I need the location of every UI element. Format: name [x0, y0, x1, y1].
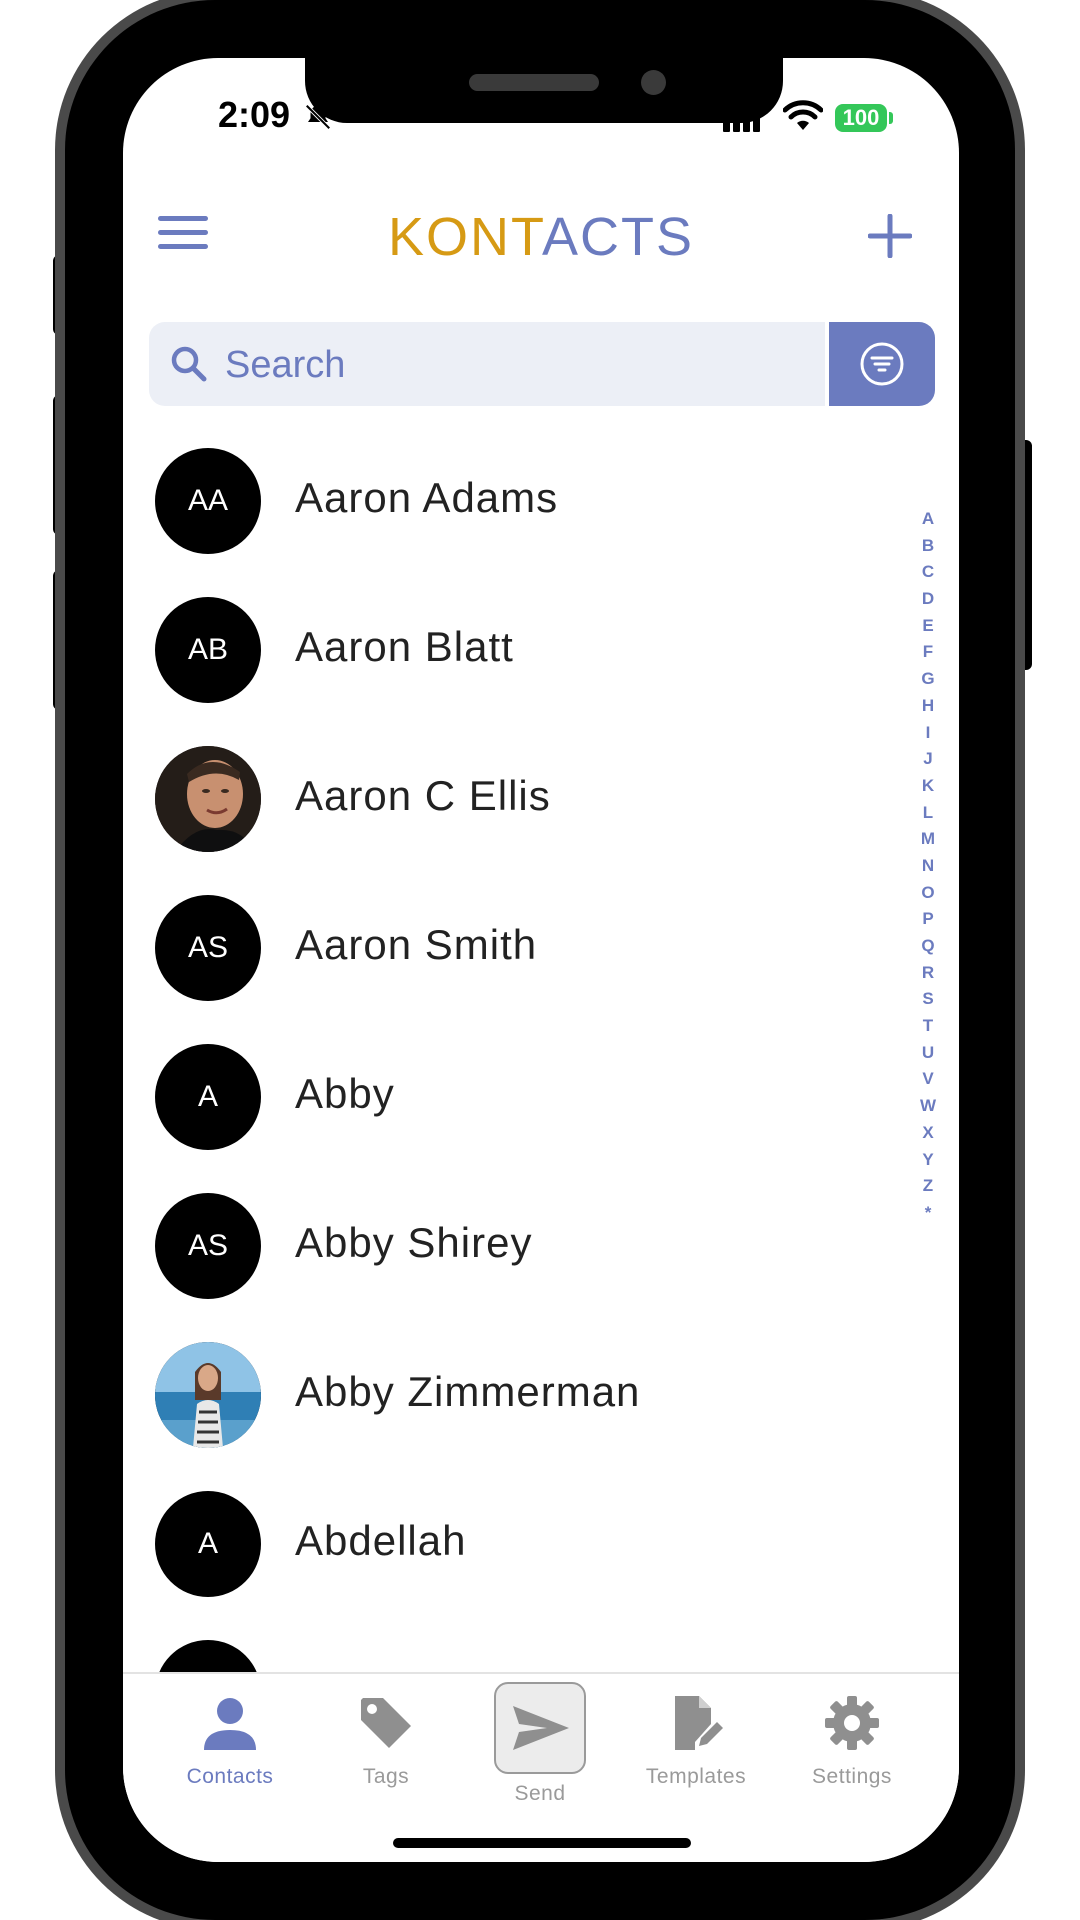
contact-row[interactable]: AS Aaron Smith — [155, 895, 855, 1003]
index-letter[interactable]: I — [913, 720, 943, 747]
index-letter[interactable]: K — [913, 773, 943, 800]
avatar: AA — [155, 448, 261, 554]
app-logo: KONTACTS — [123, 206, 959, 268]
contact-name: Aaron Smith — [295, 921, 538, 968]
person-icon — [204, 1698, 256, 1750]
contact-name: Abby Shirey — [295, 1219, 533, 1266]
bottom-tab-bar: Contacts Tags Send Templates Settings — [123, 1672, 959, 1862]
contact-name: Abby — [295, 1070, 395, 1117]
avatar-photo — [155, 1342, 261, 1448]
index-letter[interactable]: P — [913, 906, 943, 933]
notch — [305, 58, 783, 123]
index-letter[interactable]: D — [913, 586, 943, 613]
index-letter[interactable]: L — [913, 800, 943, 827]
avatar: AS — [155, 1193, 261, 1299]
index-letter[interactable]: E — [913, 613, 943, 640]
alphabet-index[interactable]: A B C D E F G H I J K L M N O P Q R S T … — [913, 506, 943, 1227]
avatar: AS — [155, 895, 261, 1001]
tab-templates[interactable]: Templates — [631, 1694, 761, 1789]
filter-icon — [860, 342, 904, 386]
contact-row[interactable]: AS Abby Shirey — [155, 1193, 855, 1301]
camera — [641, 70, 666, 95]
index-letter[interactable]: Y — [913, 1147, 943, 1174]
tab-label: Contacts — [186, 1765, 274, 1788]
index-letter[interactable]: M — [913, 826, 943, 853]
send-icon — [513, 1706, 569, 1750]
add-contact-icon[interactable] — [868, 214, 912, 258]
silent-bell-icon — [305, 104, 331, 130]
index-letter[interactable]: T — [913, 1013, 943, 1040]
tab-contacts[interactable]: Contacts — [165, 1694, 295, 1789]
contact-row[interactable]: Abby Zimmerman — [155, 1342, 855, 1450]
search-icon — [171, 346, 207, 382]
contact-name: Abby Zimmerman — [295, 1368, 641, 1415]
tab-label: Templates — [645, 1765, 747, 1788]
home-indicator[interactable] — [393, 1838, 691, 1848]
app-screen: 2:09 100 KONTACTS Search AA Aaron Adams … — [123, 58, 959, 1862]
brand-part1: KONT — [387, 207, 542, 267]
contact-name: Abdellah — [295, 1517, 467, 1564]
tab-label: Tags — [362, 1765, 410, 1788]
wifi-icon — [783, 100, 823, 130]
contact-row[interactable]: A Abby — [155, 1044, 855, 1152]
battery-indicator: 100 — [835, 104, 887, 132]
index-letter[interactable]: S — [913, 986, 943, 1013]
filter-button[interactable] — [829, 322, 935, 406]
tab-tags[interactable]: Tags — [321, 1694, 451, 1789]
phone-frame: 2:09 100 KONTACTS Search AA Aaron Adams … — [65, 0, 1015, 1920]
contact-name: Aaron C Ellis — [295, 772, 551, 819]
avatar: A — [155, 1491, 261, 1597]
contact-row[interactable]: AA Aaron Adams — [155, 448, 855, 556]
index-letter[interactable]: A — [913, 506, 943, 533]
index-letter[interactable]: * — [913, 1200, 943, 1227]
index-letter[interactable]: Q — [913, 933, 943, 960]
contact-row[interactable]: Aaron C Ellis — [155, 746, 855, 854]
avatar-photo — [155, 746, 261, 852]
gear-icon — [825, 1696, 879, 1750]
index-letter[interactable]: U — [913, 1040, 943, 1067]
index-letter[interactable]: J — [913, 746, 943, 773]
brand-part2: ACTS — [541, 207, 695, 267]
cell-signal-icon — [723, 106, 760, 132]
tab-label: Settings — [812, 1765, 892, 1788]
index-letter[interactable]: O — [913, 880, 943, 907]
index-letter[interactable]: Z — [913, 1173, 943, 1200]
index-letter[interactable]: B — [913, 533, 943, 560]
status-time: 2:09 — [218, 94, 291, 135]
template-edit-icon — [675, 1696, 723, 1750]
search-bar — [149, 322, 825, 406]
index-letter[interactable]: H — [913, 693, 943, 720]
index-letter[interactable]: C — [913, 559, 943, 586]
avatar: A — [155, 1044, 261, 1150]
index-letter[interactable]: G — [913, 666, 943, 693]
index-letter[interactable]: W — [913, 1093, 943, 1120]
avatar: AB — [155, 597, 261, 703]
tab-settings[interactable]: Settings — [787, 1694, 917, 1789]
battery-tip — [889, 112, 893, 124]
index-letter[interactable]: X — [913, 1120, 943, 1147]
speaker — [469, 74, 599, 91]
index-letter[interactable]: R — [913, 960, 943, 987]
index-letter[interactable]: F — [913, 639, 943, 666]
tab-label: Send — [514, 1782, 566, 1805]
send-button-box — [494, 1682, 586, 1774]
contact-row[interactable]: AB Aaron Blatt — [155, 597, 855, 705]
contact-name: Aaron Blatt — [295, 623, 514, 670]
power-button — [1012, 440, 1032, 670]
tab-send[interactable]: Send — [475, 1682, 605, 1806]
contact-name: Aaron Adams — [295, 474, 559, 521]
contact-row[interactable]: A Abdellah — [155, 1491, 855, 1599]
search-input[interactable] — [223, 336, 807, 394]
index-letter[interactable]: N — [913, 853, 943, 880]
tag-icon — [361, 1698, 411, 1748]
index-letter[interactable]: V — [913, 1066, 943, 1093]
